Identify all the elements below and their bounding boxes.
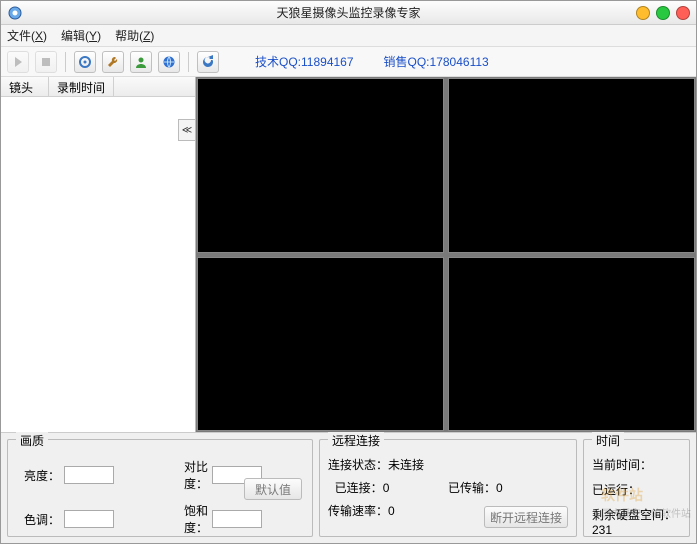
maximize-button[interactable] <box>656 6 670 20</box>
title-bar: 天狼星摄像头监控录像专家 <box>1 1 696 25</box>
app-icon <box>7 5 23 21</box>
main-area: 镜头 录制时间 ≪ <box>1 77 696 433</box>
video-cell[interactable] <box>197 257 444 432</box>
transferred-label: 已传输： <box>448 481 496 495</box>
bottom-panels: 画质 亮度： 对比度： 色调： 饱和度： 默认值 远程连接 连接状态：未连接 已… <box>1 433 696 543</box>
disconnect-button[interactable]: 断开远程连接 <box>484 506 568 528</box>
menu-edit[interactable]: 编辑(Y) <box>61 27 101 44</box>
hue-label: 色调： <box>16 511 60 528</box>
settings-button[interactable] <box>74 51 96 73</box>
brightness-input[interactable] <box>64 466 114 484</box>
saturation-input[interactable] <box>212 510 262 528</box>
video-cell[interactable] <box>448 257 695 432</box>
minimize-button[interactable] <box>636 6 650 20</box>
globe-button[interactable] <box>158 51 180 73</box>
user-button[interactable] <box>130 51 152 73</box>
toolbar: 技术QQ:11894167 销售QQ:178046113 <box>1 47 696 77</box>
speed-value: 0 <box>388 504 395 518</box>
conn-status-label: 连接状态： <box>328 456 388 473</box>
video-grid <box>196 77 696 432</box>
camera-list-panel: 镜头 录制时间 ≪ <box>1 77 196 432</box>
now-label: 当前时间： <box>592 458 652 472</box>
remote-legend: 远程连接 <box>328 432 384 449</box>
col-lens[interactable]: 镜头 <box>1 77 49 96</box>
brightness-label: 亮度： <box>16 467 60 484</box>
connected-value: 0 <box>383 481 390 495</box>
contrast-label: 对比度： <box>164 458 208 492</box>
menu-bar: 文件(X) 编辑(Y) 帮助(Z) <box>1 25 696 47</box>
disk-label: 剩余硬盘空间： <box>592 508 676 522</box>
hue-input[interactable] <box>64 510 114 528</box>
saturation-label: 饱和度： <box>164 502 208 536</box>
disk-value: 231 <box>592 523 612 537</box>
toolbar-separator <box>188 52 189 72</box>
quality-panel: 画质 亮度： 对比度： 色调： 饱和度： 默认值 <box>7 439 313 537</box>
conn-status-value: 未连接 <box>388 456 424 473</box>
refresh-button[interactable] <box>197 51 219 73</box>
video-cell[interactable] <box>197 78 444 253</box>
menu-help[interactable]: 帮助(Z) <box>115 27 154 44</box>
window-title: 天狼星摄像头监控录像专家 <box>276 4 420 21</box>
menu-file[interactable]: 文件(X) <box>7 27 47 44</box>
close-button[interactable] <box>676 6 690 20</box>
window-controls <box>636 6 690 20</box>
collapse-sidebar-button[interactable]: ≪ <box>178 119 196 141</box>
remote-panel: 远程连接 连接状态：未连接 已连接：0 已传输：0 传输速率：0 断开远程连接 <box>319 439 577 537</box>
sales-qq: 销售QQ:178046113 <box>384 53 489 70</box>
uptime-label: 已运行： <box>592 483 640 497</box>
time-panel: 时间 当前时间： 已运行： 剩余硬盘空间： 231 <box>583 439 690 537</box>
transferred-value: 0 <box>496 481 503 495</box>
chevron-left-icon: ≪ <box>182 125 192 136</box>
speed-label: 传输速率： <box>328 504 388 518</box>
stop-button[interactable] <box>35 51 57 73</box>
default-values-button[interactable]: 默认值 <box>244 478 302 500</box>
app-window: 天狼星摄像头监控录像专家 文件(X) 编辑(Y) 帮助(Z) 技术QQ:1189… <box>0 0 697 544</box>
connected-label: 已连接： <box>335 481 383 495</box>
toolbar-separator <box>65 52 66 72</box>
list-header: 镜头 录制时间 <box>1 77 195 97</box>
col-rectime[interactable]: 录制时间 <box>49 77 114 96</box>
play-button[interactable] <box>7 51 29 73</box>
time-legend: 时间 <box>592 432 624 449</box>
tech-qq: 技术QQ:11894167 <box>255 53 354 70</box>
video-cell[interactable] <box>448 78 695 253</box>
quality-legend: 画质 <box>16 432 48 449</box>
tool-button[interactable] <box>102 51 124 73</box>
